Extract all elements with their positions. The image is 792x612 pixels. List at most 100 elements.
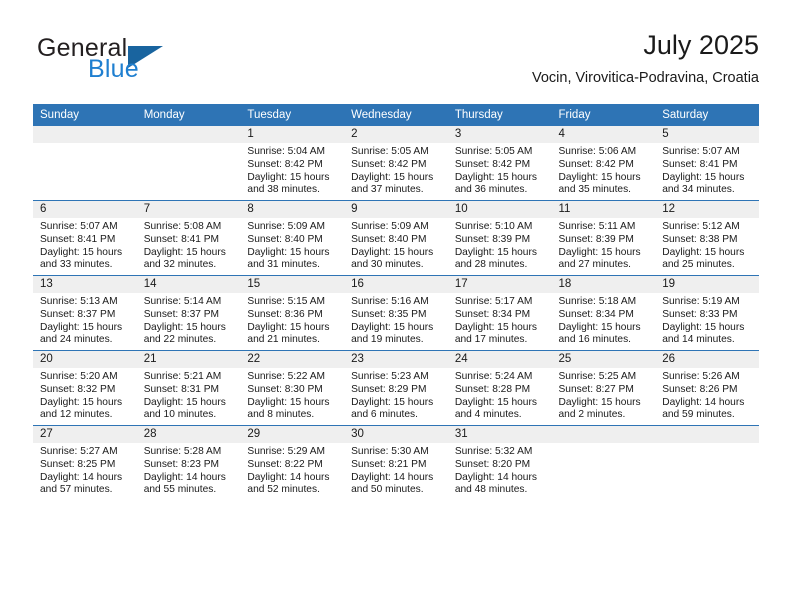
sunset-text: Sunset: 8:34 PM [558, 308, 634, 320]
sunrise-text: Sunrise: 5:11 AM [558, 221, 636, 232]
calendar-day-cell[interactable]: 22 Sunrise: 5:22 AM Sunset: 8:30 PM Dayligh… [240, 350, 345, 426]
calendar-day-cell[interactable]: 13 Sunrise: 5:13 AM Sunset: 8:37 PM Dayligh… [33, 275, 137, 351]
sunset-text: Sunset: 8:25 PM [40, 458, 116, 470]
calendar-day-cell-empty [136, 126, 241, 201]
sunset-text: Sunset: 8:29 PM [351, 383, 427, 395]
calendar-day-cell[interactable]: 15 Sunrise: 5:15 AM Sunset: 8:36 PM Dayligh… [240, 275, 345, 351]
calendar-day-cell[interactable]: 1 Sunrise: 5:04 AM Sunset: 8:42 PM Daylight… [240, 126, 345, 201]
sunset-text: Sunset: 8:27 PM [558, 383, 634, 395]
calendar-day-cell[interactable]: 7 Sunrise: 5:08 AM Sunset: 8:41 PM Daylight… [136, 200, 241, 276]
sunset-text: Sunset: 8:22 PM [247, 458, 323, 470]
calendar-day-cell[interactable]: 19 Sunrise: 5:19 AM Sunset: 8:33 PM Dayligh… [655, 275, 759, 351]
weekday-header-tuesday: Tuesday [240, 104, 345, 126]
sunset-text: Sunset: 8:30 PM [247, 383, 323, 395]
daylight-text: Daylight: 15 hours and 17 minutes. [454, 321, 537, 346]
daylight-text: Daylight: 14 hours and 57 minutes. [40, 471, 123, 496]
calendar-day-cell[interactable]: 9 Sunrise: 5:09 AM Sunset: 8:40 PM Daylight… [344, 200, 448, 276]
calendar-day-cell[interactable]: 17 Sunrise: 5:17 AM Sunset: 8:34 PM Dayligh… [447, 275, 552, 351]
day-details: Sunrise: 5:04 AM Sunset: 8:42 PM Daylight:… [240, 143, 344, 197]
calendar-day-cell[interactable]: 23 Sunrise: 5:23 AM Sunset: 8:29 PM Dayligh… [344, 350, 448, 426]
calendar-day-cell[interactable]: 28 Sunrise: 5:28 AM Sunset: 8:23 PM Dayligh… [136, 425, 241, 500]
day-number: 22 [240, 351, 345, 368]
calendar-day-cell[interactable]: 24 Sunrise: 5:24 AM Sunset: 8:28 PM Dayligh… [447, 350, 552, 426]
daylight-text: Daylight: 15 hours and 2 minutes. [558, 396, 641, 421]
general-blue-logo[interactable]: General Blue [33, 34, 263, 90]
calendar-day-cell[interactable]: 30 Sunrise: 5:30 AM Sunset: 8:21 PM Dayligh… [344, 425, 448, 500]
day-number: 13 [33, 276, 137, 293]
sunset-text: Sunset: 8:21 PM [351, 458, 427, 470]
calendar-day-cell[interactable]: 26 Sunrise: 5:26 AM Sunset: 8:26 PM Dayligh… [655, 350, 759, 426]
sunset-text: Sunset: 8:28 PM [454, 383, 531, 395]
day-details: Sunrise: 5:11 AM Sunset: 8:39 PM Daylight:… [552, 218, 656, 272]
sunrise-text: Sunrise: 5:26 AM [662, 371, 740, 382]
calendar-day-cell[interactable]: 20 Sunrise: 5:20 AM Sunset: 8:32 PM Dayligh… [33, 350, 137, 426]
sunrise-text: Sunrise: 5:16 AM [351, 296, 429, 307]
calendar-day-cell[interactable]: 6 Sunrise: 5:07 AM Sunset: 8:41 PM Daylight… [33, 200, 137, 276]
daylight-text: Daylight: 15 hours and 35 minutes. [558, 171, 641, 196]
calendar-day-cell[interactable]: 21 Sunrise: 5:21 AM Sunset: 8:31 PM Dayligh… [136, 350, 241, 426]
day-number: 31 [447, 426, 552, 443]
day-number: 20 [33, 351, 137, 368]
calendar-week-row: 6 Sunrise: 5:07 AM Sunset: 8:41 PM Daylight… [33, 200, 759, 276]
sunset-text: Sunset: 8:39 PM [454, 233, 531, 245]
sunrise-text: Sunrise: 5:05 AM [454, 146, 533, 157]
daylight-text: Daylight: 15 hours and 32 minutes. [143, 246, 226, 271]
calendar-day-cell[interactable]: 10 Sunrise: 5:10 AM Sunset: 8:39 PM Dayligh… [447, 200, 552, 276]
daylight-text: Daylight: 15 hours and 25 minutes. [662, 246, 745, 271]
sunrise-text: Sunrise: 5:13 AM [40, 296, 118, 307]
calendar-day-cell[interactable]: 3 Sunrise: 5:05 AM Sunset: 8:42 PM Daylight… [447, 126, 552, 201]
day-details: Sunrise: 5:05 AM Sunset: 8:42 PM Daylight:… [344, 143, 448, 197]
sunrise-text: Sunrise: 5:19 AM [662, 296, 740, 307]
weekday-header-monday: Monday [136, 104, 241, 126]
sunrise-text: Sunrise: 5:17 AM [454, 296, 533, 307]
calendar-day-cell[interactable]: 8 Sunrise: 5:09 AM Sunset: 8:40 PM Daylight… [240, 200, 345, 276]
calendar-day-cell[interactable]: 2 Sunrise: 5:05 AM Sunset: 8:42 PM Daylight… [344, 126, 448, 201]
sunrise-text: Sunrise: 5:20 AM [40, 371, 118, 382]
calendar-page: General Blue July 2025 Vocin, Virovitica… [0, 0, 792, 612]
sunset-text: Sunset: 8:41 PM [662, 158, 738, 170]
calendar-day-cell[interactable]: 4 Sunrise: 5:06 AM Sunset: 8:42 PM Daylight… [551, 126, 656, 201]
day-details: Sunrise: 5:22 AM Sunset: 8:30 PM Daylight:… [240, 368, 344, 422]
calendar-day-cell[interactable]: 16 Sunrise: 5:16 AM Sunset: 8:35 PM Dayligh… [344, 275, 448, 351]
sunrise-text: Sunrise: 5:21 AM [143, 371, 222, 382]
day-number: 1 [240, 126, 345, 143]
logo-text-blue: Blue [88, 55, 139, 83]
daylight-text: Daylight: 14 hours and 50 minutes. [351, 471, 434, 496]
day-details: Sunrise: 5:08 AM Sunset: 8:41 PM Daylight:… [137, 218, 241, 272]
day-number: 18 [551, 276, 656, 293]
day-details: Sunrise: 5:12 AM Sunset: 8:38 PM Daylight:… [655, 218, 759, 272]
sunrise-text: Sunrise: 5:15 AM [247, 296, 325, 307]
daylight-text: Daylight: 15 hours and 36 minutes. [454, 171, 537, 196]
sunset-text: Sunset: 8:26 PM [662, 383, 738, 395]
calendar-day-cell[interactable]: 5 Sunrise: 5:07 AM Sunset: 8:41 PM Daylight… [655, 126, 759, 201]
calendar-body: 1 Sunrise: 5:04 AM Sunset: 8:42 PM Daylight… [33, 126, 759, 500]
sunrise-text: Sunrise: 5:09 AM [247, 221, 325, 232]
day-details: Sunrise: 5:07 AM Sunset: 8:41 PM Daylight:… [655, 143, 759, 197]
calendar-day-cell[interactable]: 18 Sunrise: 5:18 AM Sunset: 8:34 PM Dayligh… [551, 275, 656, 351]
day-number: 15 [240, 276, 345, 293]
daylight-text: Daylight: 14 hours and 48 minutes. [454, 471, 537, 496]
daylight-text: Daylight: 15 hours and 14 minutes. [662, 321, 745, 346]
calendar-day-cell[interactable]: 31 Sunrise: 5:32 AM Sunset: 8:20 PM Dayligh… [447, 425, 552, 500]
day-number [33, 126, 137, 143]
calendar-day-cell[interactable]: 29 Sunrise: 5:29 AM Sunset: 8:22 PM Dayligh… [240, 425, 345, 500]
calendar-day-cell[interactable]: 12 Sunrise: 5:12 AM Sunset: 8:38 PM Dayligh… [655, 200, 759, 276]
sunset-text: Sunset: 8:34 PM [454, 308, 531, 320]
day-number: 27 [33, 426, 137, 443]
calendar-day-cell-empty [655, 425, 759, 500]
calendar-day-cell[interactable]: 14 Sunrise: 5:14 AM Sunset: 8:37 PM Dayligh… [136, 275, 241, 351]
daylight-text: Daylight: 15 hours and 24 minutes. [40, 321, 123, 346]
day-details: Sunrise: 5:05 AM Sunset: 8:42 PM Daylight:… [448, 143, 552, 197]
sunset-text: Sunset: 8:39 PM [558, 233, 634, 245]
calendar-day-cell[interactable]: 11 Sunrise: 5:11 AM Sunset: 8:39 PM Dayligh… [551, 200, 656, 276]
calendar-day-cell[interactable]: 25 Sunrise: 5:25 AM Sunset: 8:27 PM Dayligh… [551, 350, 656, 426]
page-subtitle: Vocin, Virovitica-Podravina, Croatia [531, 70, 759, 86]
sunset-text: Sunset: 8:41 PM [143, 233, 220, 245]
calendar-day-cell[interactable]: 27 Sunrise: 5:27 AM Sunset: 8:25 PM Dayligh… [33, 425, 137, 500]
sunset-text: Sunset: 8:42 PM [454, 158, 531, 170]
daylight-text: Daylight: 15 hours and 19 minutes. [351, 321, 434, 346]
weekday-header-friday: Friday [551, 104, 656, 126]
daylight-text: Daylight: 15 hours and 10 minutes. [143, 396, 226, 421]
day-number: 8 [240, 201, 345, 218]
sunset-text: Sunset: 8:40 PM [351, 233, 427, 245]
